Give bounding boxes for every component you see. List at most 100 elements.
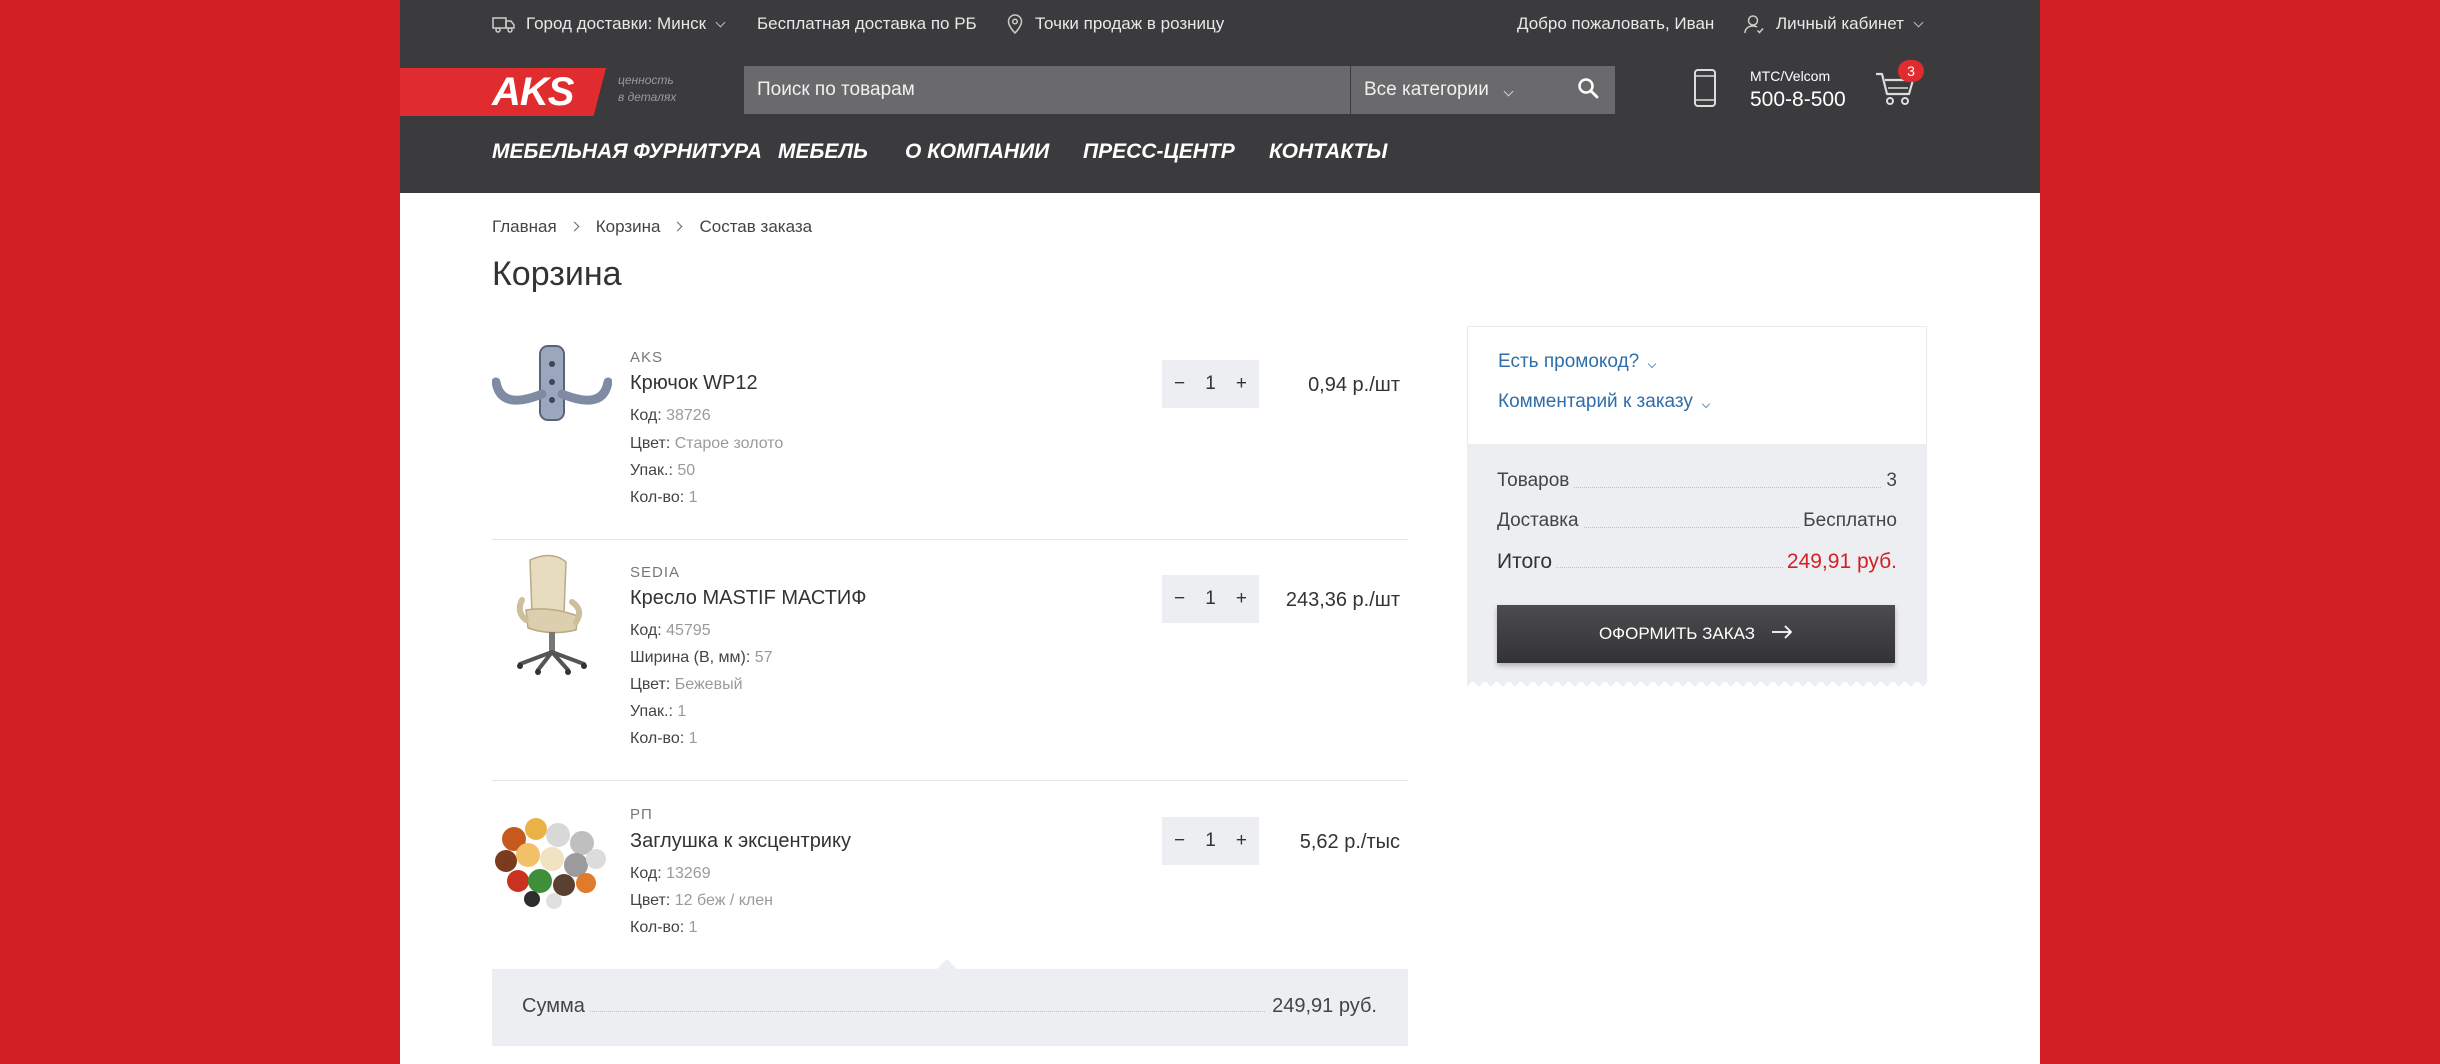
top-bar: Город доставки: Минск Бесплатная доставк… bbox=[400, 0, 2040, 48]
product-attr: Код: 38726 bbox=[630, 407, 711, 424]
goods-label: Товаров bbox=[1497, 470, 1574, 492]
checkout-button[interactable]: ОФОРМИТЬ ЗАКАЗ bbox=[1497, 605, 1895, 663]
product-attr: Код: 45795 bbox=[630, 622, 711, 639]
breadcrumb-cart[interactable]: Корзина bbox=[596, 217, 661, 237]
chevron-down-icon bbox=[1701, 399, 1711, 409]
summary-options: Есть промокод? Комментарий к заказу bbox=[1467, 326, 1927, 444]
search-input[interactable] bbox=[744, 66, 1350, 114]
nav-item-contacts[interactable]: КОНТАКТЫ bbox=[1269, 135, 1387, 169]
product-attr: Цвет: Бежевый bbox=[630, 676, 743, 693]
map-pin-icon bbox=[1007, 14, 1023, 34]
sum-label: Сумма bbox=[522, 995, 585, 1017]
qty-minus-button[interactable]: − bbox=[1174, 830, 1185, 852]
product-image[interactable] bbox=[492, 809, 612, 929]
retail-points-label: Точки продаж в розницу bbox=[1035, 14, 1225, 33]
breadcrumb-home[interactable]: Главная bbox=[492, 217, 557, 237]
chevron-down-icon bbox=[1913, 17, 1924, 27]
category-select[interactable]: Все категории bbox=[1351, 66, 1561, 114]
total-label: Итого bbox=[1497, 550, 1557, 574]
chevron-down-icon bbox=[1503, 86, 1514, 97]
logo-text: AKS bbox=[492, 70, 574, 114]
sum-value: 249,91 руб. bbox=[1272, 995, 1377, 1017]
product-attr: Кол-во: 1 bbox=[630, 730, 698, 747]
phone-number[interactable]: 500-8-500 bbox=[1750, 88, 1846, 112]
product-attr: Упак.: 50 bbox=[630, 462, 696, 479]
mobile-phone-icon bbox=[1693, 68, 1717, 113]
nav-item-about[interactable]: О КОМПАНИИ bbox=[905, 135, 1049, 169]
product-price: 0,94 р./шт bbox=[1308, 374, 1400, 396]
zigzag-edge bbox=[1467, 682, 1927, 690]
breadcrumb-current: Состав заказа bbox=[699, 217, 813, 236]
free-delivery-link[interactable]: Бесплатная доставка по РБ bbox=[757, 0, 977, 48]
chevron-right-icon bbox=[673, 221, 683, 232]
nav-item-furniture-hardware[interactable]: МЕБЕЛЬНАЯ ФУРНИТУРА bbox=[492, 135, 762, 169]
product-name[interactable]: Кресло MASTIF МАСТИФ bbox=[630, 587, 867, 610]
product-attr: Код: 13269 bbox=[630, 865, 711, 882]
qty-plus-button[interactable]: + bbox=[1236, 588, 1247, 610]
product-brand: SEDIA bbox=[630, 564, 681, 581]
product-attr: Цвет: Старое золото bbox=[630, 435, 784, 452]
delivery-city-label: Город доставки: Минск bbox=[526, 14, 707, 33]
qty-plus-button[interactable]: + bbox=[1236, 373, 1247, 395]
order-comment-toggle[interactable]: Комментарий к заказу bbox=[1498, 391, 1711, 413]
user-icon bbox=[1744, 14, 1764, 34]
qty-value[interactable]: 1 bbox=[1205, 588, 1216, 610]
product-brand: AKS bbox=[630, 349, 664, 366]
product-price: 243,36 р./шт bbox=[1285, 589, 1400, 611]
operator-label: МТС/Velcom bbox=[1750, 68, 1831, 84]
product-attr: Упак.: 1 bbox=[630, 703, 687, 720]
qty-value[interactable]: 1 bbox=[1205, 830, 1216, 852]
category-select-label: Все категории bbox=[1364, 79, 1489, 100]
product-name[interactable]: Заглушка к эксцентрику bbox=[630, 830, 851, 853]
total-row: Итого 249,91 руб. bbox=[1497, 550, 1897, 574]
goods-value: 3 bbox=[1882, 470, 1897, 492]
search-icon bbox=[1577, 77, 1599, 104]
product-price: 5,62 р./тыс bbox=[1299, 831, 1400, 853]
cart-count-badge: 3 bbox=[1898, 60, 1924, 82]
checkout-label: ОФОРМИТЬ ЗАКАЗ bbox=[1598, 624, 1756, 643]
nav-item-press-center[interactable]: ПРЕСС-ЦЕНТР bbox=[1083, 135, 1235, 169]
welcome-text: Добро пожаловать, Иван bbox=[1517, 14, 1715, 33]
qty-minus-button[interactable]: − bbox=[1174, 588, 1185, 610]
notch bbox=[937, 959, 957, 969]
product-attr: Кол-во: 1 bbox=[630, 489, 698, 506]
product-brand: РП bbox=[630, 806, 653, 823]
product-attr: Цвет: 12 беж / клен bbox=[630, 892, 773, 909]
divider bbox=[492, 539, 1408, 540]
product-attr: Кол-во: 1 bbox=[630, 919, 698, 936]
truck-icon bbox=[492, 15, 516, 33]
qty-minus-button[interactable]: − bbox=[1174, 373, 1185, 395]
qty-value[interactable]: 1 bbox=[1205, 373, 1216, 395]
promo-code-toggle[interactable]: Есть промокод? bbox=[1498, 351, 1657, 373]
qty-plus-button[interactable]: + bbox=[1236, 830, 1247, 852]
delivery-city-selector[interactable]: Город доставки: Минск bbox=[492, 0, 726, 48]
chevron-down-icon bbox=[1647, 359, 1657, 369]
nav-item-furniture[interactable]: МЕБЕЛЬ bbox=[778, 135, 868, 169]
header: AKS ценность в деталях Все категории МТС… bbox=[400, 48, 2040, 135]
product-name[interactable]: Крючок WP12 bbox=[630, 372, 758, 395]
delivery-label: Доставка bbox=[1497, 510, 1583, 532]
product-attr: Ширина (В, мм): 57 bbox=[630, 649, 773, 666]
divider bbox=[492, 780, 1408, 781]
account-menu[interactable]: Личный кабинет bbox=[1744, 0, 1924, 48]
total-value: 249,91 руб. bbox=[1782, 550, 1897, 574]
quantity-stepper: − 1 + bbox=[1162, 817, 1259, 865]
breadcrumb: Главная Корзина Состав заказа bbox=[492, 217, 812, 237]
search-button[interactable] bbox=[1561, 66, 1615, 114]
delivery-row: Доставка Бесплатно bbox=[1497, 510, 1897, 534]
dotted-leader bbox=[590, 1011, 1265, 1012]
chevron-down-icon bbox=[715, 17, 726, 27]
goods-count-row: Товаров 3 bbox=[1497, 470, 1897, 494]
cart-icon bbox=[1874, 72, 1916, 112]
cart-sum: Сумма 249,91 руб. bbox=[492, 959, 1408, 1046]
account-label: Личный кабинет bbox=[1776, 14, 1904, 33]
quantity-stepper: − 1 + bbox=[1162, 360, 1259, 408]
tagline: ценность в деталях bbox=[618, 73, 677, 104]
page: Город доставки: Минск Бесплатная доставк… bbox=[400, 0, 2040, 1064]
arrow-right-icon bbox=[1771, 624, 1793, 644]
quantity-stepper: − 1 + bbox=[1162, 575, 1259, 623]
product-image[interactable] bbox=[491, 342, 613, 462]
delivery-value: Бесплатно bbox=[1799, 510, 1897, 532]
retail-points-link[interactable]: Точки продаж в розницу bbox=[1007, 0, 1224, 48]
product-image[interactable] bbox=[492, 552, 612, 675]
